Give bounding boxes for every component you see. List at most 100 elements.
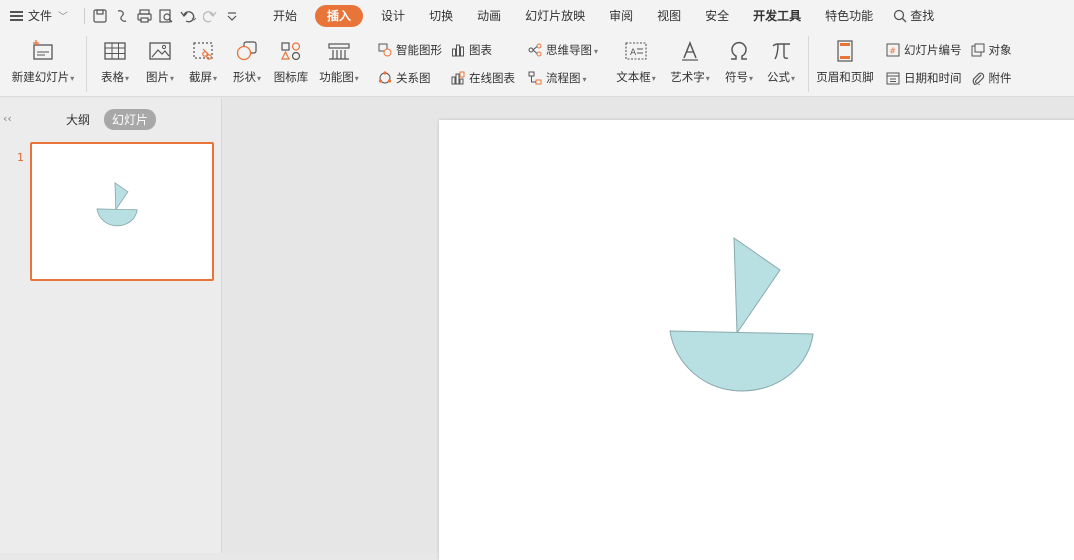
hamburger-icon [10,10,23,21]
smart-art-icon [377,42,393,58]
icon-library-icon [278,39,304,63]
slide-number-label: 幻灯片编号 [904,43,962,57]
table-button[interactable]: 表格▾ [91,31,139,97]
shape-label: 形状 [232,70,256,84]
screenshot-icon [190,39,216,63]
slide-canvas[interactable] [439,120,1074,560]
tab-home[interactable]: 开始 [261,5,309,27]
object-button[interactable]: 对象 [970,41,1012,59]
shape-icon [234,39,260,63]
bar-chart-icon [450,42,466,58]
picture-icon [147,39,173,63]
shape-button[interactable]: 形状▾ [225,31,269,97]
wordart-label: 艺术字 [670,70,705,84]
svg-text:#: # [889,47,896,56]
save-icon[interactable] [89,5,111,27]
tab-view[interactable]: 视图 [645,5,693,27]
function-chart-label: 功能图 [319,70,354,84]
textbox-button[interactable]: A 文本框▾ [610,31,662,97]
export-pdf-icon[interactable] [111,5,133,27]
ribbon-tabs: 开始 插入 设计 切换 动画 幻灯片放映 审阅 视图 安全 开发工具 特色功能 [261,4,885,27]
mindmap-icon [527,42,543,58]
new-slide-label: 新建幻灯片 [11,70,70,84]
divider [86,36,87,92]
quick-access-toolbar [80,5,243,27]
print-icon[interactable] [133,5,155,27]
flowchart-label: 流程图 [546,71,581,85]
divider [84,7,86,24]
smart-art-label: 智能图形 [396,43,442,57]
mindmap-label: 思维导图 [546,43,592,57]
formula-button[interactable]: 公式▾ [760,31,802,97]
attachment-label: 附件 [988,71,1012,85]
datetime-button[interactable]: 日期和时间 [885,69,962,87]
header-footer-button[interactable]: 页眉和页脚 [809,31,881,97]
smart-art-button[interactable]: 智能图形 [377,41,442,59]
icon-library-button[interactable]: 图标库 [269,31,313,97]
function-chart-icon [326,39,352,63]
tab-transitions[interactable]: 切换 [417,5,465,27]
omega-icon [726,39,752,63]
sail-triangle-shape[interactable] [733,237,781,335]
collapse-pane-icon[interactable]: ‹‹ [3,112,12,125]
file-menu-label: 文件 [28,9,53,23]
relation-chart-icon [377,70,393,86]
relation-chart-button[interactable]: 关系图 [377,69,442,87]
tab-review[interactable]: 审阅 [597,5,645,27]
pi-icon [768,39,794,63]
search-icon [894,9,907,22]
tab-slideshow[interactable]: 幻灯片放映 [513,5,597,27]
header-footer-icon [832,39,858,63]
undo-icon[interactable] [177,5,199,27]
paperclip-icon [970,70,986,86]
picture-button[interactable]: 图片▾ [139,31,181,97]
wordart-button[interactable]: 艺术字▾ [662,31,718,97]
online-chart-button[interactable]: 在线图表 [450,69,515,87]
screenshot-label: 截屏 [188,70,212,84]
icon-library-label: 图标库 [273,70,309,84]
slide-number-button[interactable]: # 幻灯片编号 [885,41,962,59]
new-slide-button[interactable]: 新建幻灯片▾ [0,31,86,97]
calendar-icon [885,70,901,86]
picture-label: 图片 [145,70,169,84]
table-icon [102,39,128,63]
textbox-icon: A [623,39,649,63]
search-label: 查找 [910,9,935,23]
online-chart-label: 在线图表 [469,71,515,85]
object-icon [970,42,986,58]
screenshot-button[interactable]: 截屏▾ [181,31,225,97]
flowchart-button[interactable]: 流程图 ▾ [527,69,598,87]
tab-design[interactable]: 设计 [369,5,417,27]
header-footer-label: 页眉和页脚 [816,70,874,84]
ribbon-insert: 新建幻灯片▾ 表格▾ 图片▾ 截屏▾ 形状▾ 图标库 功能图▾ 智能图形 关系图… [0,31,1074,97]
chart-button[interactable]: 图表 [450,41,515,59]
slide-pane: ‹‹ 大纲 幻灯片 1 [0,98,222,553]
tab-insert[interactable]: 插入 [315,4,364,27]
slide-thumbnail-number: 1 [17,151,24,164]
online-chart-icon [450,70,466,86]
thumbnail-boat-graphic [96,181,138,227]
relation-chart-label: 关系图 [396,71,431,85]
customize-toolbar-icon[interactable] [221,5,243,27]
datetime-label: 日期和时间 [904,71,962,85]
object-label: 对象 [988,43,1012,57]
boat-graphic [669,237,814,392]
chevron-down-icon: ﹀ [58,12,69,23]
tab-security[interactable]: 安全 [693,5,741,27]
redo-icon[interactable] [199,5,221,27]
print-preview-icon[interactable] [155,5,177,27]
textbox-label: 文本框 [616,70,651,84]
tab-features[interactable]: 特色功能 [813,5,885,27]
attachment-button[interactable]: 附件 [970,69,1012,87]
symbol-button[interactable]: 符号▾ [718,31,760,97]
tab-slides[interactable]: 幻灯片 [104,109,157,130]
file-menu[interactable]: 文件 ﹀ [0,0,74,31]
tab-outline[interactable]: 大纲 [58,109,98,130]
slide-thumbnail[interactable] [30,142,214,281]
function-chart-button[interactable]: 功能图▾ [313,31,365,97]
tab-animations[interactable]: 动画 [465,5,513,27]
search-button[interactable]: 查找 [893,7,934,24]
tab-developer[interactable]: 开发工具 [741,5,813,27]
mindmap-button[interactable]: 思维导图 ▾ [527,41,598,59]
hull-semicircle-shape[interactable] [669,330,814,392]
